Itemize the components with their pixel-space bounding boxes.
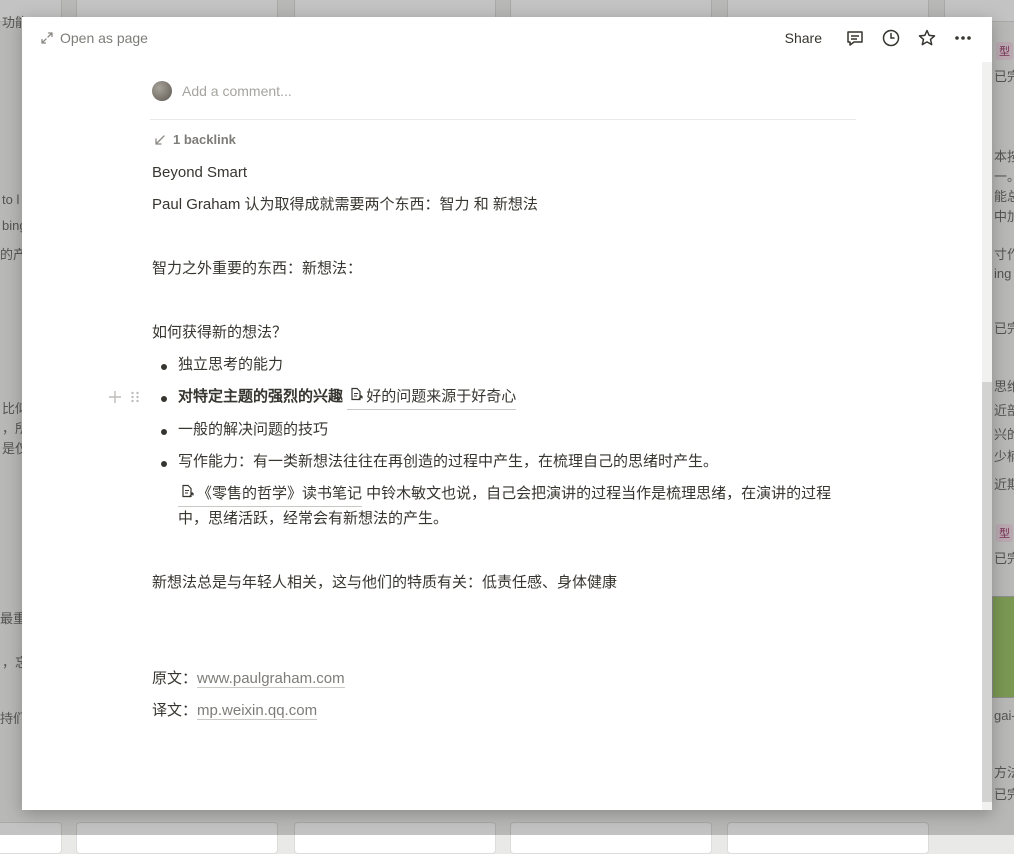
text-block[interactable]: 如何获得新的想法？ — [150, 317, 856, 349]
comment-row: Add a comment... — [150, 77, 856, 105]
scrollbar-thumb[interactable] — [982, 382, 992, 802]
page-link-icon — [351, 387, 363, 401]
page-mention-title: 好的问题来源于好奇心 — [366, 388, 517, 405]
empty-block[interactable] — [150, 285, 856, 317]
comment-icon — [847, 31, 863, 46]
bullet-item[interactable]: 对特定主题的强烈的兴趣 好的问题来源于好奇心 — [109, 381, 856, 414]
bullet-text: 独立思考的能力 — [178, 356, 284, 373]
avatar — [152, 81, 172, 101]
open-as-page-icon — [41, 32, 53, 44]
favorite-button[interactable] — [916, 27, 938, 49]
translation-link[interactable]: mp.weixin.qq.com — [197, 702, 318, 720]
bullet-item[interactable]: 写作能力：有一类新想法往往在再创造的过程中产生，在梳理自己的思绪时产生。 — [150, 446, 856, 478]
bullet-bold-text: 对特定主题的强烈的兴趣 — [178, 388, 344, 405]
translation-label: 译文： — [152, 702, 198, 719]
page-link-icon — [182, 484, 194, 498]
text-block[interactable]: Paul Graham 认为取得成就需要两个东西：智力 和 新想法 — [150, 189, 856, 221]
share-button[interactable]: Share — [785, 30, 822, 46]
divider — [150, 119, 856, 120]
top-actions: Share — [785, 27, 974, 49]
bullet-item[interactable]: 一般的解决问题的技巧 — [150, 414, 856, 446]
empty-block[interactable] — [150, 535, 856, 567]
text-block[interactable]: 智力之外重要的东西：新想法： — [150, 253, 856, 285]
source-label: 原文： — [152, 670, 198, 687]
bullet-text: 写作能力：有一类新想法往往在再创造的过程中产生，在梳理自己的思绪时产生。 — [178, 453, 719, 470]
backlink-label: 1 backlink — [173, 132, 236, 147]
block-gutter — [108, 381, 142, 413]
drag-handle-icon[interactable] — [128, 390, 142, 404]
open-as-page-button[interactable]: Open as page — [40, 30, 148, 46]
scrollbar-track[interactable] — [982, 62, 992, 810]
modal-topbar: Open as page Share — [22, 17, 982, 61]
backlinks-button[interactable]: 1 backlink — [154, 132, 856, 147]
page-peek-modal: Open as page Share Add a comment... 1 ba… — [22, 17, 992, 810]
page-mention[interactable]: 《零售的哲学》读书笔记 — [178, 482, 363, 507]
source-block[interactable]: 原文：www.paulgraham.com — [150, 663, 856, 695]
more-icon — [955, 36, 971, 40]
bullet-text: 一般的解决问题的技巧 — [178, 421, 329, 438]
translation-block[interactable]: 译文：mp.weixin.qq.com — [150, 695, 856, 727]
more-button[interactable] — [952, 27, 974, 49]
page-mention[interactable]: 好的问题来源于好奇心 — [347, 385, 517, 410]
empty-block[interactable] — [150, 599, 856, 663]
updates-button[interactable] — [880, 27, 902, 49]
bullet-item[interactable]: 独立思考的能力 — [150, 349, 856, 381]
page-content: Add a comment... 1 backlink Beyond Smart… — [109, 77, 856, 727]
open-as-page-label: Open as page — [60, 30, 148, 46]
comment-input[interactable]: Add a comment... — [182, 83, 292, 99]
clock-icon — [882, 29, 900, 47]
source-link[interactable]: www.paulgraham.com — [197, 670, 345, 688]
nested-text-block[interactable]: 《零售的哲学》读书笔记 中铃木敏文也说，自己会把演讲的过程当作是梳理思绪，在演讲… — [150, 478, 856, 535]
page-mention-title: 《零售的哲学》读书笔记 — [197, 485, 363, 502]
text-block[interactable]: Beyond Smart — [150, 157, 856, 189]
comments-button[interactable] — [844, 27, 866, 49]
plus-icon[interactable] — [108, 390, 122, 404]
bullet-list: 独立思考的能力 对特定主题的强烈的兴趣 好的问题来源于好奇心 一般的解决问题的技… — [109, 349, 856, 478]
star-icon — [918, 29, 936, 46]
text-block[interactable]: 新想法总是与年轻人相关，这与他们的特质有关：低责任感、身体健康 — [150, 567, 856, 599]
empty-block[interactable] — [150, 221, 856, 253]
backlink-arrow-icon — [155, 134, 165, 145]
